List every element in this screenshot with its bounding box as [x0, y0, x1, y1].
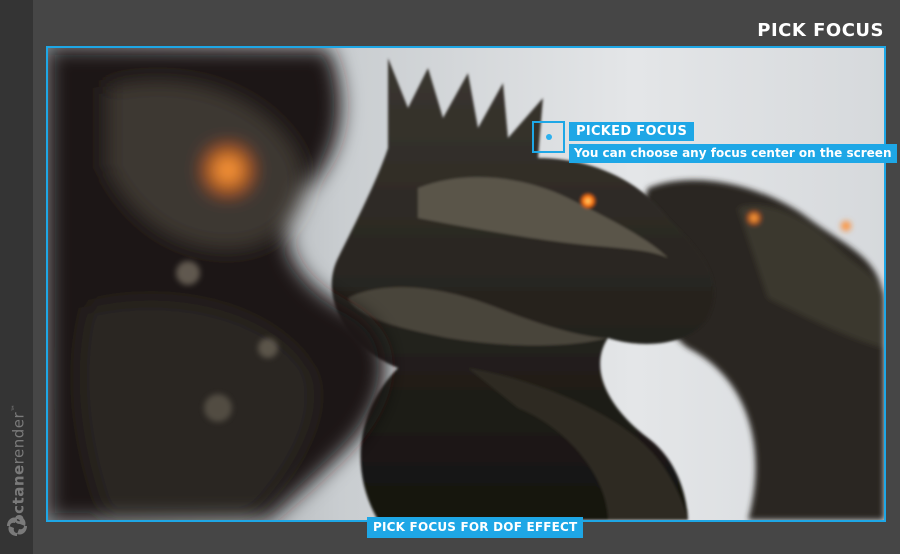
picked-focus-label: PICKED FOCUS	[569, 122, 695, 141]
focus-point-marker[interactable]	[532, 121, 565, 153]
left-sidebar-strip: octanerender™	[0, 0, 33, 554]
dof-caption: PICK FOCUS FOR DOF EFFECT	[367, 517, 584, 538]
picked-focus-description: You can choose any focus center on the s…	[569, 144, 897, 163]
page-title: PICK FOCUS	[757, 20, 884, 41]
brand-wordmark: octanerender™	[9, 403, 28, 525]
render-viewport[interactable]	[46, 46, 886, 522]
octane-swirl-icon	[7, 516, 27, 536]
render-image	[48, 48, 884, 520]
octane-render-logo: octanerender™	[2, 395, 32, 550]
focus-crosshair-icon	[546, 134, 552, 140]
